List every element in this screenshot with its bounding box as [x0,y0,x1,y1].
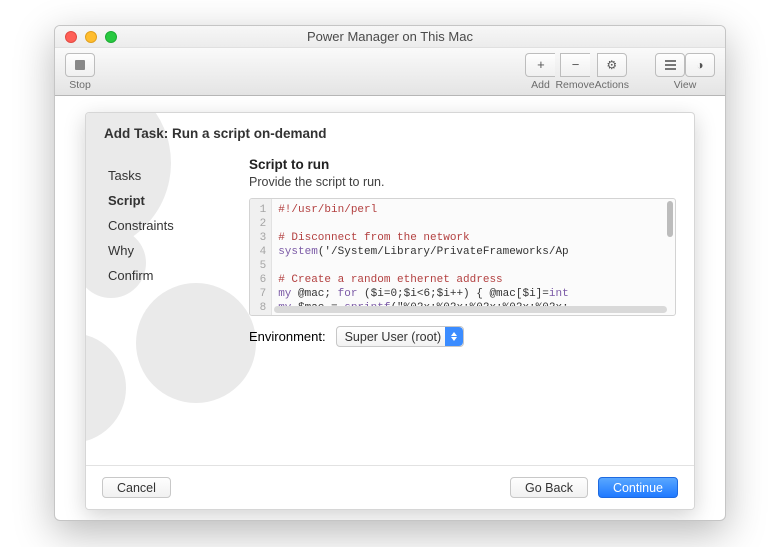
gauge-view-icon[interactable] [685,53,715,77]
stop-button[interactable]: Stop [65,53,95,91]
step-sidebar: Tasks Script Constraints Why Confirm [104,157,249,465]
stop-icon [75,60,85,70]
sheet-dialog: Add Task: Run a script on-demand Tasks S… [85,112,695,510]
cancel-button[interactable]: Cancel [102,477,171,498]
sheet-title: Add Task: Run a script on-demand [86,113,694,151]
sidebar-item-why[interactable]: Why [104,238,249,263]
sidebar-item-confirm[interactable]: Confirm [104,263,249,288]
sidebar-item-script[interactable]: Script [104,188,249,213]
go-back-button[interactable]: Go Back [510,477,588,498]
code-area[interactable]: #!/usr/bin/perl # Disconnect from the ne… [272,199,675,315]
minus-icon: − [560,53,590,77]
view-segmented[interactable]: View [655,53,715,91]
content-subtitle: Provide the script to run. [249,175,676,189]
list-view-icon[interactable] [655,53,685,77]
sidebar-item-tasks[interactable]: Tasks [104,163,249,188]
horizontal-scrollbar[interactable] [274,306,667,313]
remove-label: Remove [555,79,594,91]
environment-value: Super User (root) [345,330,442,344]
stop-label: Stop [69,79,91,91]
view-label: View [674,79,697,91]
content-heading: Script to run [249,157,676,172]
sheet-content: Script to run Provide the script to run.… [249,157,676,465]
script-editor[interactable]: 1 2 3 4 5 6 7 8 9 10 #!/usr/bin/perl # D… [249,198,676,316]
environment-label: Environment: [249,329,326,344]
titlebar: Power Manager on This Mac [55,26,725,48]
remove-button[interactable]: − Remove [555,53,594,91]
environment-select[interactable]: Super User (root) [336,326,465,347]
chevron-up-down-icon [445,327,463,346]
vertical-scrollbar[interactable] [667,201,673,237]
window-title: Power Manager on This Mac [55,29,725,44]
continue-button[interactable]: Continue [598,477,678,498]
add-label: Add [531,79,550,91]
actions-button[interactable]: Actions [595,53,629,91]
line-gutter: 1 2 3 4 5 6 7 8 9 10 [250,199,272,315]
gear-icon [597,53,627,77]
environment-row: Environment: Super User (root) [249,326,676,347]
add-button[interactable]: + Add [525,53,555,91]
sidebar-item-constraints[interactable]: Constraints [104,213,249,238]
app-window: Power Manager on This Mac Stop + Add − R… [54,25,726,521]
sheet-footer: Cancel Go Back Continue [86,465,694,509]
plus-icon: + [525,53,555,77]
modify-group: + Add − Remove Actions [525,53,629,91]
toolbar: Stop + Add − Remove Actions View [55,48,725,96]
actions-label: Actions [595,79,629,91]
